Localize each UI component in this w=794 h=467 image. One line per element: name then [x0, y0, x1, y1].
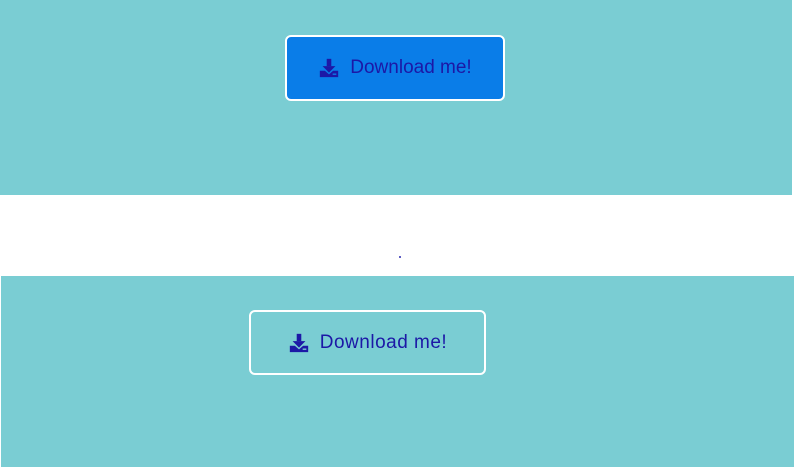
dot-marker	[399, 256, 401, 258]
page: Download me! Download me!	[0, 0, 794, 467]
download-icon	[318, 57, 340, 79]
download-button-label: Download me!	[319, 331, 448, 353]
download-icon	[288, 332, 310, 354]
download-button-filled[interactable]: Download me!	[285, 35, 505, 101]
download-button-label: Download me!	[350, 57, 472, 78]
download-button-outline[interactable]: Download me!	[249, 310, 486, 375]
